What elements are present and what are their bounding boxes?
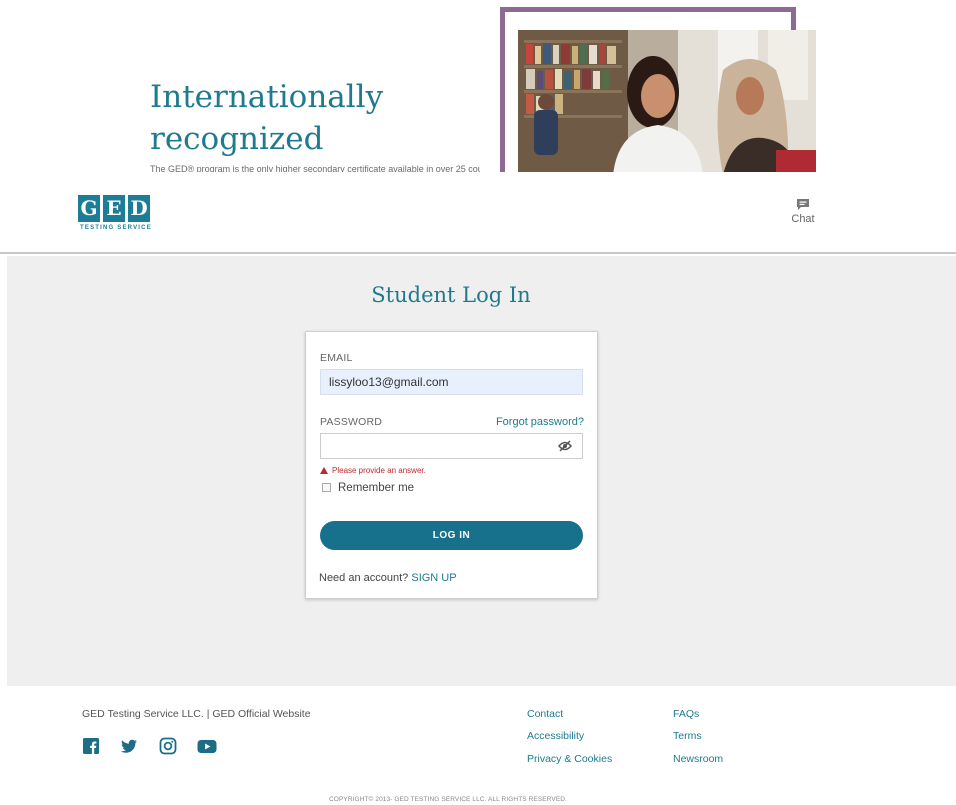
logo-letter-g: G <box>78 195 100 222</box>
footer-link-contact[interactable]: Contact <box>527 708 563 720</box>
twitter-icon[interactable] <box>120 737 138 755</box>
site-header: G E D TESTING SERVICE Chat <box>0 172 956 254</box>
password-field[interactable] <box>320 433 583 459</box>
footer-link-newsroom[interactable]: Newsroom <box>673 753 723 765</box>
chat-button[interactable]: Chat <box>786 198 820 225</box>
login-section: Student Log In EMAIL lissyloo13@gmail.co… <box>7 256 956 686</box>
ged-logo[interactable]: G E D TESTING SERVICE <box>78 195 168 239</box>
site-footer: GED Testing Service LLC. | GED Official … <box>0 686 956 805</box>
facebook-icon[interactable] <box>82 737 100 755</box>
email-field[interactable]: lissyloo13@gmail.com <box>320 369 583 395</box>
remember-me[interactable]: Remember me <box>322 482 414 494</box>
footer-company: GED Testing Service LLC. | GED Official … <box>82 708 311 720</box>
signup-link[interactable]: SIGN UP <box>411 572 456 584</box>
chat-icon <box>797 199 809 210</box>
footer-link-terms[interactable]: Terms <box>673 730 702 742</box>
password-error: Please provide an answer. <box>320 466 426 475</box>
social-links <box>82 737 231 755</box>
chat-label: Chat <box>791 213 815 225</box>
email-label: EMAIL <box>320 352 353 364</box>
banner-subtext: The GED® program is the only higher seco… <box>150 164 480 172</box>
logo-tagline: TESTING SERVICE <box>80 225 152 231</box>
remember-me-label: Remember me <box>338 482 415 494</box>
password-label: PASSWORD <box>320 416 383 428</box>
remember-me-checkbox[interactable] <box>322 483 331 492</box>
logo-letter-e: E <box>103 195 125 222</box>
signup-prompt: Need an account? SIGN UP <box>319 572 457 584</box>
promo-banner: Internationally recognized The GED® prog… <box>0 0 956 172</box>
hide-password-icon[interactable] <box>558 440 572 452</box>
banner-heading: Internationally recognized <box>150 79 384 157</box>
footer-link-accessibility[interactable]: Accessibility <box>527 730 584 742</box>
login-button[interactable]: LOG IN <box>320 521 583 550</box>
instagram-icon[interactable] <box>159 737 177 755</box>
forgot-password-link[interactable]: Forgot password? <box>496 416 584 428</box>
warning-icon <box>320 467 328 474</box>
need-account-text: Need an account? <box>319 572 409 584</box>
footer-link-faqs[interactable]: FAQs <box>673 708 699 720</box>
footer-link-privacy[interactable]: Privacy & Cookies <box>527 753 612 765</box>
login-card: EMAIL lissyloo13@gmail.com PASSWORD Forg… <box>305 331 598 599</box>
logo-letter-d: D <box>128 195 150 222</box>
error-text: Please provide an answer. <box>332 466 426 475</box>
students-photo <box>518 30 816 172</box>
youtube-icon[interactable] <box>197 737 217 755</box>
copyright: COPYRIGHT© 2013- GED TESTING SERVICE LLC… <box>329 796 567 803</box>
page-title: Student Log In <box>371 283 531 307</box>
